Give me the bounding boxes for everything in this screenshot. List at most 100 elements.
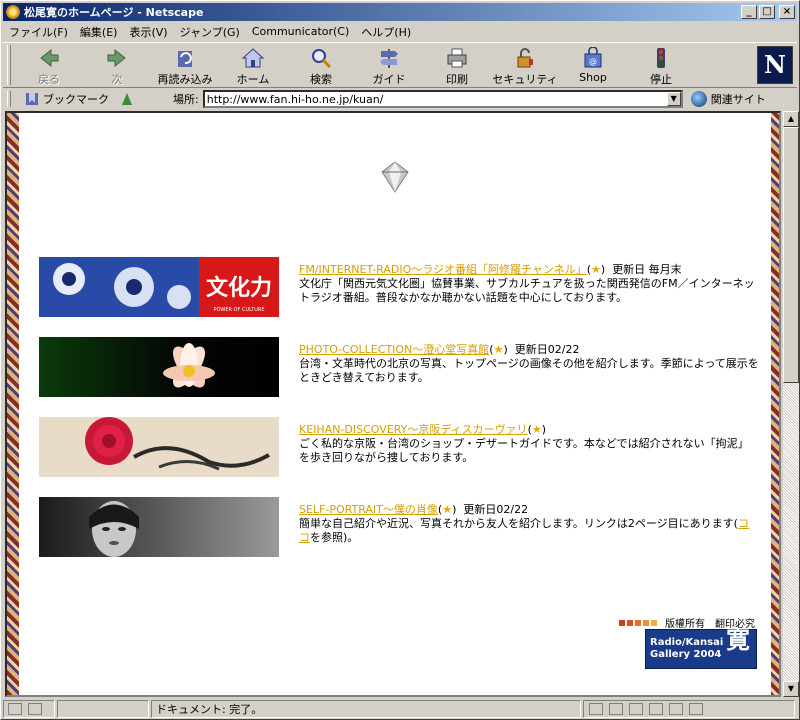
security-status-icon[interactable] <box>589 703 603 715</box>
guide-button[interactable]: ガイド <box>355 43 423 87</box>
menu-communicator[interactable]: Communicator(C) <box>246 25 355 38</box>
home-icon <box>241 48 265 68</box>
home-button[interactable]: ホーム <box>219 43 287 87</box>
update-date: 更新日02/22 <box>463 503 529 516</box>
photo-text-block: PHOTO-COLLECTION～澄心堂写真館(★) 更新日02/22 台湾・文… <box>299 343 759 384</box>
svg-text:@: @ <box>589 57 597 66</box>
photo-link[interactable]: PHOTO-COLLECTION～澄心堂写真館 <box>299 343 489 356</box>
decor-square <box>651 619 657 626</box>
portrait-text-block: SELF-PORTRAIT～僕の肖像(★) 更新日02/22 簡単な自己紹介や近… <box>299 503 749 544</box>
connection-status <box>3 700 55 718</box>
photo-banner-image[interactable] <box>39 337 279 397</box>
bookmark-icon[interactable] <box>23 91 41 107</box>
bookmarks-button[interactable]: ブックマーク <box>43 91 109 107</box>
star-icon: ★ <box>591 263 601 276</box>
minimize-button[interactable]: _ <box>741 5 757 19</box>
diamond-icon <box>381 161 409 193</box>
progress-cell <box>57 700 149 718</box>
keihan-text-block: KEIHAN-DISCOVERY～京阪ディスカーヴァリ(★) ごく私的な京阪・台… <box>299 423 749 464</box>
status-bar: ドキュメント: 完了。 <box>3 699 797 719</box>
star-icon: ★ <box>531 423 542 436</box>
location-label: 場所: <box>173 93 199 106</box>
browser-window: 松尾寛のホームページ - Netscape _ □ × ファイル(F) 編集(E… <box>0 0 800 720</box>
component-bar <box>583 700 795 718</box>
menu-go[interactable]: ジャンプ(G) <box>174 24 246 40</box>
stop-button[interactable]: 停止 <box>627 43 695 87</box>
page-proxy-icon[interactable] <box>119 91 135 107</box>
search-icon <box>312 49 332 69</box>
decor-square <box>627 619 633 626</box>
decor-square <box>619 619 625 626</box>
radio-text-block: FM/INTERNET-RADIO～ラジオ番組「阿修羅チャンネル」(★) 更新日… <box>299 263 755 304</box>
location-grip[interactable] <box>7 91 11 107</box>
back-arrow-icon <box>40 48 59 68</box>
shopping-bag-icon: @ <box>584 47 602 68</box>
decor-square <box>643 619 649 626</box>
related-sites-icon <box>690 91 707 107</box>
printer-icon <box>447 48 467 68</box>
url-input[interactable]: http://www.fan.hi-ho.ne.jp/kuan/ ▼ <box>202 90 683 108</box>
keihan-link[interactable]: KEIHAN-DISCOVERY～京阪ディスカーヴァリ <box>299 423 528 436</box>
scroll-up-icon[interactable]: ▲ <box>783 111 799 127</box>
maximize-button[interactable]: □ <box>759 5 775 19</box>
navigation-toolbar: 戻る 次 再読み込み ホーム 検索 ガイド 印刷 セキュリティ @ Shop 停… <box>3 42 797 88</box>
url-dropdown-icon[interactable]: ▼ <box>666 92 681 106</box>
menu-bar: ファイル(F) 編集(E) 表示(V) ジャンプ(G) Communicator… <box>3 22 417 41</box>
web-page: 文化力 POWER OF CULTURE FM/INTERNET-RADIO～ラ… <box>19 113 771 695</box>
radio-kansai-logo[interactable]: Radio/Kansai Gallery 2004 寛 <box>645 625 757 669</box>
shop-button[interactable]: @ Shop <box>559 43 627 87</box>
decor-square <box>635 619 641 626</box>
composer-icon[interactable] <box>669 703 683 715</box>
security-button[interactable]: セキュリティ <box>491 43 559 87</box>
forward-arrow-icon <box>107 48 126 68</box>
toolbar-grip[interactable] <box>7 45 11 85</box>
search-button[interactable]: 検索 <box>287 43 355 87</box>
netscape-logo[interactable]: N <box>757 46 793 84</box>
connection-icon <box>28 703 42 715</box>
discussion-icon[interactable] <box>649 703 663 715</box>
radio-banner-subtext: POWER OF CULTURE <box>213 307 264 313</box>
menu-help[interactable]: ヘルプ(H) <box>355 24 417 40</box>
address-book-icon[interactable] <box>689 703 703 715</box>
guide-signpost-icon <box>380 49 398 68</box>
lock-icon <box>517 48 533 68</box>
plug-icon <box>8 703 22 715</box>
logo-kanji: 寛 <box>726 625 750 654</box>
url-text: http://www.fan.hi-ho.ne.jp/kuan/ <box>206 92 384 106</box>
vertical-scrollbar[interactable]: ▲ ▼ <box>783 111 799 697</box>
radio-description: 文化庁「関西元気文化圏」協賛事業、サブカルチュアを扱った関西発信のFM／インター… <box>299 277 755 304</box>
related-sites-button[interactable]: 関連サイト <box>690 91 766 107</box>
location-bar: ブックマーク 場所: http://www.fan.hi-ho.ne.jp/ku… <box>3 89 797 109</box>
portrait-link[interactable]: SELF-PORTRAIT～僕の肖像 <box>299 503 438 516</box>
menu-edit[interactable]: 編集(E) <box>74 24 124 40</box>
close-button[interactable]: × <box>779 5 795 19</box>
star-icon: ★ <box>493 343 504 356</box>
status-text: ドキュメント: 完了。 <box>151 700 581 718</box>
scrollbar-thumb[interactable] <box>783 127 799 383</box>
mail-icon[interactable] <box>629 703 643 715</box>
scroll-down-icon[interactable]: ▼ <box>783 681 799 697</box>
radio-link[interactable]: FM/INTERNET-RADIO～ラジオ番組「阿修羅チャンネル」 <box>299 263 587 276</box>
menu-view[interactable]: 表示(V) <box>123 24 173 40</box>
stop-traffic-light-icon <box>657 48 665 68</box>
navigator-icon[interactable] <box>609 703 623 715</box>
keihan-banner-image[interactable] <box>39 417 279 477</box>
forward-button[interactable]: 次 <box>83 43 151 87</box>
netscape-app-icon <box>5 4 21 20</box>
title-bar: 松尾寛のホームページ - Netscape _ □ × <box>3 3 797 21</box>
photo-description: 台湾・文革時代の北京の写真、トップページの画像その他を紹介します。季節によって展… <box>299 357 759 384</box>
back-button[interactable]: 戻る <box>15 43 83 87</box>
reload-icon <box>178 51 192 67</box>
radio-banner-text: 文化力 <box>206 275 272 301</box>
radio-banner-image[interactable]: 文化力 POWER OF CULTURE <box>39 257 279 317</box>
print-button[interactable]: 印刷 <box>423 43 491 87</box>
content-frame: 文化力 POWER OF CULTURE FM/INTERNET-RADIO～ラ… <box>5 111 781 697</box>
menu-file[interactable]: ファイル(F) <box>3 24 74 40</box>
update-date: 更新日 毎月末 <box>612 263 682 276</box>
portrait-description: 簡単な自己紹介や近況、写真それから友人を紹介します。リンクは2ページ目にあります… <box>299 517 738 530</box>
window-title: 松尾寛のホームページ - Netscape <box>24 6 204 19</box>
reload-button[interactable]: 再読み込み <box>151 43 219 87</box>
keihan-description: ごく私的な京阪・台湾のショップ・デザートガイドです。本などでは紹介されない「拘泥… <box>299 437 749 464</box>
star-icon: ★ <box>442 503 453 516</box>
portrait-banner-image[interactable] <box>39 497 279 557</box>
